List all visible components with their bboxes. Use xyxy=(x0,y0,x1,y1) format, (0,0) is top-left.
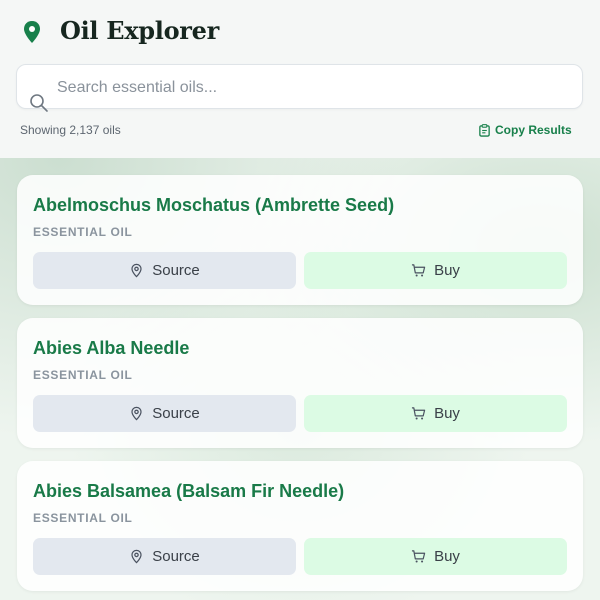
oil-name: Abies Alba Needle xyxy=(33,338,190,358)
page-title: Oil Explorer xyxy=(60,16,219,45)
map-pin-icon xyxy=(24,21,40,43)
search-input[interactable] xyxy=(57,75,557,101)
buy-button[interactable]: Buy xyxy=(304,395,567,432)
oil-name: Abies Balsamea (Balsam Fir Needle) xyxy=(33,481,345,501)
result-count: Showing 2,137 oils xyxy=(20,123,121,137)
source-label: Source xyxy=(152,405,200,422)
source-label: Source xyxy=(152,262,200,279)
buy-label: Buy xyxy=(434,548,460,565)
shopping-cart-icon xyxy=(412,550,426,563)
search-box[interactable] xyxy=(16,64,583,112)
buy-label: Buy xyxy=(434,262,460,279)
source-button[interactable]: Source xyxy=(33,538,296,575)
buy-button[interactable]: Buy xyxy=(304,538,567,575)
location-pin-icon xyxy=(131,406,142,421)
oil-name: Abelmoschus Moschatus (Ambrette Seed) xyxy=(33,195,395,215)
oil-card: Abelmoschus Moschatus (Ambrette Seed) ES… xyxy=(17,175,583,305)
source-button[interactable]: Source xyxy=(33,395,296,432)
results-list: Abelmoschus Moschatus (Ambrette Seed) ES… xyxy=(0,158,600,600)
location-pin-icon xyxy=(131,263,142,278)
oil-type: ESSENTIAL OIL xyxy=(33,225,133,239)
oil-card: Abies Balsamea (Balsam Fir Needle) ESSEN… xyxy=(17,461,583,591)
location-pin-icon xyxy=(131,549,142,564)
copy-results-button[interactable]: Copy Results xyxy=(478,121,572,139)
oil-card: Abies Alba Needle ESSENTIAL OIL Source B… xyxy=(17,318,583,448)
search-icon xyxy=(30,94,48,112)
oil-type: ESSENTIAL OIL xyxy=(33,368,133,382)
source-label: Source xyxy=(152,548,200,565)
shopping-cart-icon xyxy=(412,407,426,420)
buy-button[interactable]: Buy xyxy=(304,252,567,289)
shopping-cart-icon xyxy=(412,264,426,277)
app-header: Oil Explorer Showing 2,137 oils Copy Res… xyxy=(0,0,600,158)
clipboard-icon xyxy=(479,123,490,137)
source-button[interactable]: Source xyxy=(33,252,296,289)
buy-label: Buy xyxy=(434,405,460,422)
oil-type: ESSENTIAL OIL xyxy=(33,511,133,525)
copy-results-label: Copy Results xyxy=(495,123,572,137)
